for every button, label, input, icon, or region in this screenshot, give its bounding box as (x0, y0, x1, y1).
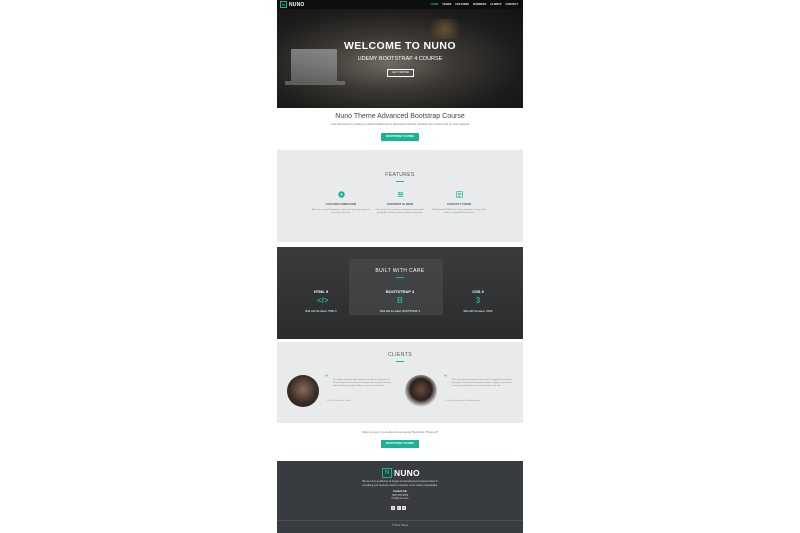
hero-section: WELCOME TO NUNO UDEMY BOOTSTRAP 4 COURSE… (277, 9, 523, 108)
bootstrap-icon: B (397, 296, 403, 305)
twitter-icon[interactable]: t (396, 506, 401, 510)
hero-laptop-image (291, 49, 337, 81)
feature-title: CONTACT FORM (446, 202, 472, 206)
feature-desc: Fill Bootstrap HTML5 form with validatio… (431, 209, 487, 215)
code-icon: </> (317, 296, 329, 305)
feature-title: CONTENT SLIDER (386, 202, 414, 206)
sliders-icon (397, 191, 404, 198)
built-section: BUILT WITH CARE HTML 5 </> Built with th… (277, 247, 523, 339)
client-quote: Cras libero nequem nulla hendrerit at mo… (333, 379, 392, 388)
hero-background-light (425, 19, 465, 39)
footer-logo[interactable]: N NUNO (382, 468, 420, 478)
quote-icon: “ (444, 375, 447, 381)
quote-icon: “ (325, 375, 328, 381)
built-item-desc: Built with the latest, CSS3 (463, 310, 493, 313)
footer-brand-mark: N (382, 468, 392, 478)
built-divider (396, 277, 404, 278)
page: N NUNO HOME TEAMS FEATURES BUSINESS CLIE… (277, 0, 523, 533)
footer-about-line: everything your business needs to compet… (362, 483, 438, 487)
clients-section: CLIENTS “ Cras libero nequem nulla hendr… (277, 342, 523, 423)
features-divider (396, 181, 404, 182)
footer-divider (277, 520, 523, 521)
brand-mark: N (280, 1, 287, 8)
built-item: BOOTSTRAP 4 B Built with the latest, BOO… (370, 289, 430, 313)
built-item-title: HTML 5 (313, 289, 329, 294)
nav-links: HOME TEAMS FEATURES BUSINESS CLIENTS CON… (430, 0, 518, 9)
brand-name: NUNO (289, 1, 305, 8)
built-item-desc: Built with the latest, HTML 5 (305, 310, 337, 313)
footer-email[interactable]: info@nuno.com (277, 497, 523, 500)
built-item-title: BOOTSTRAP 4 (385, 289, 415, 294)
nav-link-home[interactable]: HOME (430, 3, 438, 6)
feature-item: CUSTOM ANIMATION Animate.css and Waypoin… (311, 191, 371, 215)
nav-link-contact[interactable]: CONTACT (506, 3, 519, 6)
css3-icon: 3 (475, 296, 481, 305)
cta-bootstrap-course-button[interactable]: BOOTSTRAP COURSE (381, 440, 419, 448)
client-avatar (287, 375, 319, 407)
client-quote: This great Bootstrap theme is the truth.… (452, 379, 512, 388)
navbar: N NUNO HOME TEAMS FEATURES BUSINESS CLIE… (277, 0, 523, 9)
built-item-title: CSS 3 (472, 289, 484, 294)
social-links: f t o (391, 506, 406, 510)
feature-title: CUSTOM ANIMATION (325, 202, 357, 206)
intro-title: Nuno Theme Advanced Bootstrap Course (335, 113, 465, 120)
instagram-icon[interactable]: o (402, 506, 406, 510)
footer-brand-name: NUNO (394, 468, 420, 478)
nav-link-teams[interactable]: TEAMS (442, 3, 451, 6)
built-item: CSS 3 3 Built with the latest, CSS3 (448, 289, 508, 313)
feature-item: CONTACT FORM Fill Bootstrap HTML5 form w… (429, 191, 489, 215)
built-item-desc: Built with the latest, BOOTSTRAP 4 (380, 310, 420, 313)
get-started-button[interactable]: GET STARTED (387, 69, 414, 77)
clients-divider (396, 361, 404, 362)
form-icon (455, 191, 463, 198)
built-item: HTML 5 </> Built with the latest, HTML 5 (291, 289, 351, 313)
client-cite: - B.K. (Real Estate Client) (326, 400, 352, 402)
hero-subtitle: UDEMY BOOTSTRAP 4 COURSE (357, 56, 443, 62)
nav-link-clients[interactable]: CLIENTS (490, 3, 501, 6)
copyright: © Nuno Theme (391, 524, 409, 527)
client-avatar (405, 375, 437, 407)
hero-title: WELCOME TO NUNO (344, 40, 456, 52)
cta-text: Want to learn more about developing Boot… (361, 430, 439, 434)
facebook-icon[interactable]: f (391, 506, 395, 510)
features-section: FEATURES CUSTOM ANIMATION Animate.css an… (277, 150, 523, 242)
intro-subtitle: Learn Bootstrap by creating an advanced … (330, 123, 470, 126)
built-title: BUILT WITH CARE (375, 268, 425, 274)
nav-link-business[interactable]: BUSINESS (473, 3, 486, 6)
client-cite: - David (Professional Photographer) (445, 400, 480, 402)
brand-logo[interactable]: N NUNO (280, 1, 305, 8)
nav-link-features[interactable]: FEATURES (455, 3, 469, 6)
hero-laptop-base (285, 81, 345, 85)
feature-desc: Animate.css and Waypoints js allow for s… (311, 209, 371, 215)
features-title: FEATURES (385, 172, 415, 178)
play-circle-icon (337, 191, 345, 198)
feature-item: CONTENT SLIDER Owl Carousel is a modern … (370, 191, 430, 215)
clients-title: CLIENTS (388, 352, 412, 358)
feature-desc: Owl Carousel is a modern navigation cont… (375, 209, 425, 215)
footer: N NUNO We are nuno a collective of desig… (277, 461, 523, 533)
bootstrap-course-button[interactable]: BOOTSTRAP COURSE (381, 133, 419, 141)
